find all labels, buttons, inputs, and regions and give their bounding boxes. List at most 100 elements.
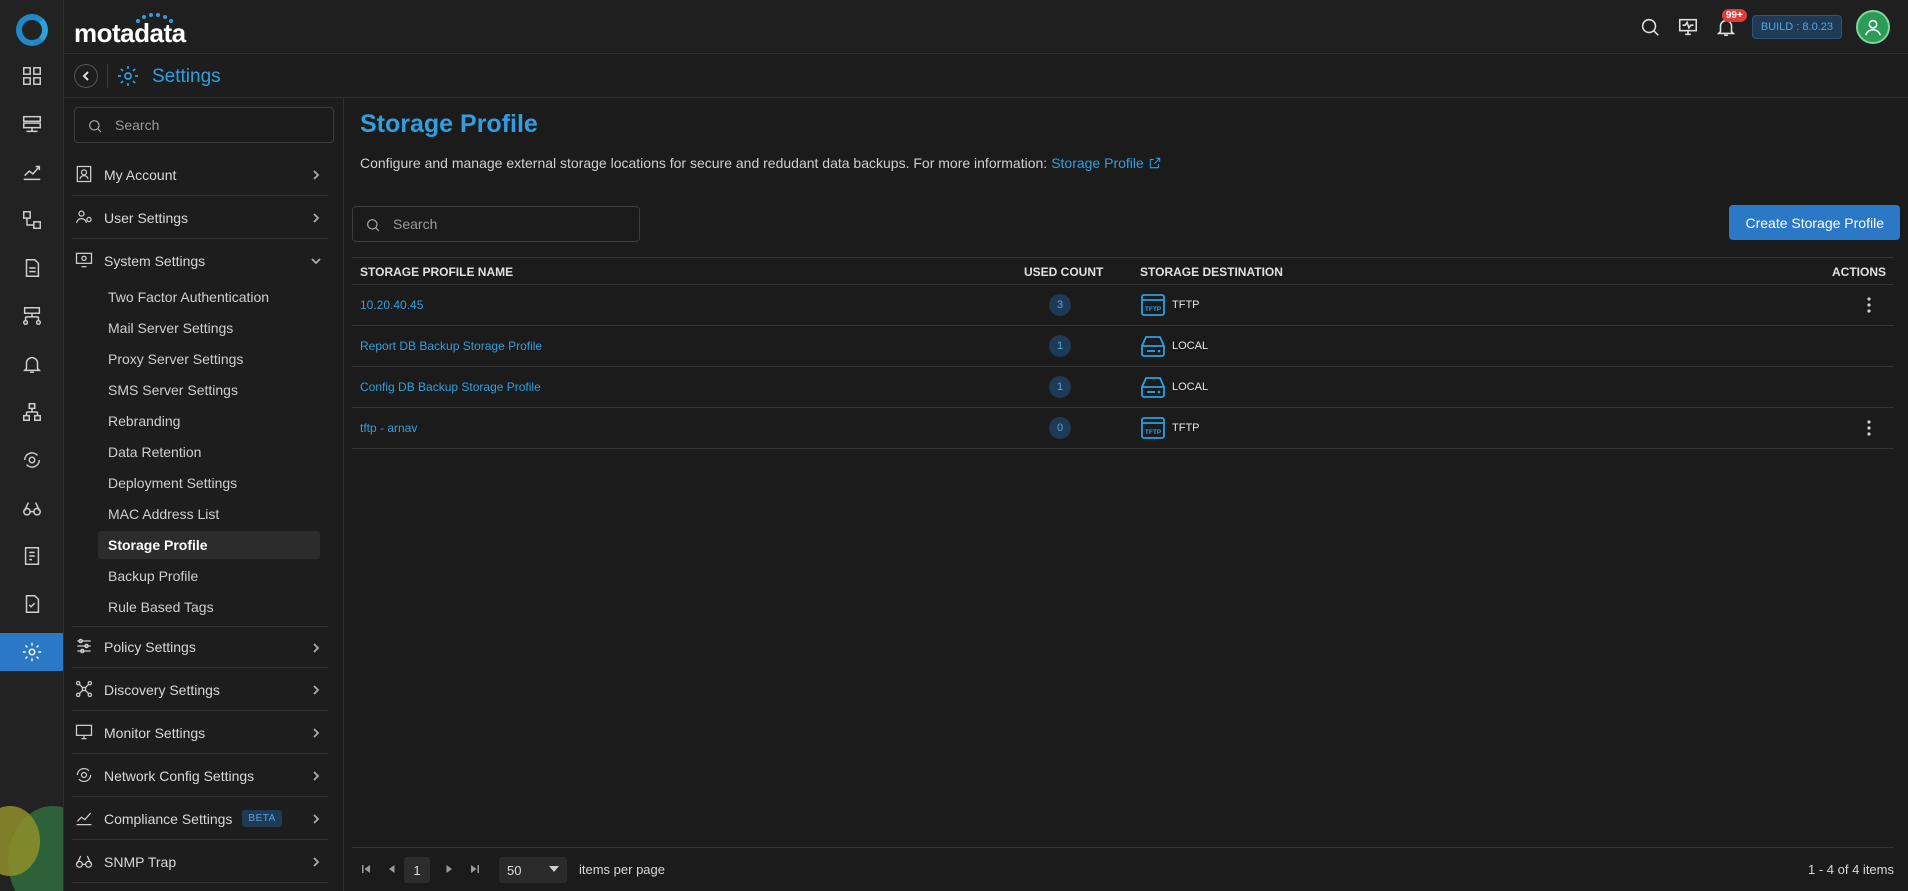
- metrics-icon[interactable]: [0, 153, 63, 191]
- sidebar-group-snmp-trap[interactable]: SNMP Trap: [72, 841, 328, 883]
- back-button[interactable]: [74, 64, 98, 88]
- profile-search-input[interactable]: [393, 207, 633, 241]
- pagination-summary: 1 - 4 of 4 items: [1808, 862, 1894, 877]
- profile-name-link[interactable]: tftp - arnav: [360, 421, 417, 435]
- pagination: 1 50 items per page 1 - 4 of 4 items: [352, 847, 1894, 891]
- search-icon[interactable]: [1638, 15, 1662, 39]
- sidebar-group-network-config-settings[interactable]: Network Config Settings: [72, 755, 328, 797]
- user-icon: [1864, 19, 1882, 36]
- motadata-logo-icon[interactable]: [16, 14, 48, 46]
- sidebar-group-system-settings[interactable]: System Settings: [72, 240, 328, 282]
- local-disk-icon: [1140, 333, 1166, 359]
- settings-icon[interactable]: [0, 633, 63, 671]
- first-page-icon[interactable]: [358, 861, 374, 877]
- profile-name-link[interactable]: Report DB Backup Storage Profile: [360, 339, 542, 353]
- column-header-destination[interactable]: STORAGE DESTINATION: [1140, 265, 1283, 279]
- sidebar-item-two-factor-authentication[interactable]: Two Factor Authentication: [98, 283, 320, 311]
- external-link-icon[interactable]: [1148, 156, 1162, 170]
- monitor-pulse-icon[interactable]: [1676, 15, 1700, 39]
- compliance-icon[interactable]: [0, 585, 63, 623]
- prev-page-icon[interactable]: [384, 861, 400, 877]
- sidebar-group-my-account[interactable]: My Account: [72, 154, 328, 196]
- create-storage-profile-button[interactable]: Create Storage Profile: [1729, 205, 1900, 240]
- chevron-right-icon: [310, 641, 322, 653]
- top-actions: 99+ BUILD : 8.0.23: [1638, 9, 1890, 44]
- sidebar-group-label: User Settings: [104, 209, 189, 226]
- binoculars-icon: [74, 851, 96, 873]
- search-icon: [89, 120, 102, 133]
- server-icon[interactable]: [0, 105, 63, 143]
- alert-icon[interactable]: [0, 345, 63, 383]
- network-icon[interactable]: [0, 297, 63, 335]
- column-header-name[interactable]: STORAGE PROFILE NAME: [360, 265, 513, 279]
- chevron-right-icon: [310, 855, 322, 867]
- notifications-bell-icon[interactable]: 99+: [1714, 9, 1747, 39]
- log-icon[interactable]: [0, 537, 63, 575]
- dashboard-icon[interactable]: [0, 57, 63, 95]
- used-count-badge: 3: [1049, 294, 1071, 316]
- page-size-select[interactable]: 50: [499, 857, 567, 883]
- sidebar-group-discovery-settings[interactable]: Discovery Settings: [72, 669, 328, 711]
- next-page-icon[interactable]: [441, 861, 457, 877]
- sidebar-item-proxy-server-settings[interactable]: Proxy Server Settings: [98, 345, 320, 373]
- refresh-eye-icon[interactable]: [0, 441, 63, 479]
- sidebar-item-storage-profile[interactable]: Storage Profile: [98, 531, 320, 559]
- compliance-chart-icon: [74, 808, 96, 830]
- chevron-right-icon: [310, 211, 322, 223]
- sidebar-item-rule-based-tags[interactable]: Rule Based Tags: [98, 593, 320, 621]
- hierarchy-icon[interactable]: [0, 393, 63, 431]
- sidebar-item-rebranding[interactable]: Rebranding: [98, 407, 320, 435]
- sidebar-item-deployment-settings[interactable]: Deployment Settings: [98, 469, 320, 497]
- section-title: Settings: [152, 66, 221, 87]
- network-config-icon: [74, 765, 96, 787]
- topology-icon[interactable]: [0, 201, 63, 239]
- chevron-right-icon: [310, 726, 322, 738]
- storage-destination: TFTP TFTP: [1140, 415, 1200, 441]
- current-page[interactable]: 1: [404, 857, 430, 883]
- sidebar-group-label: Compliance Settings: [104, 810, 233, 827]
- sidebar-group-user-settings[interactable]: User Settings: [72, 197, 328, 239]
- chevron-right-icon: [310, 683, 322, 695]
- sliders-icon: [74, 636, 96, 658]
- sidebar-item-sms-server-settings[interactable]: SMS Server Settings: [98, 376, 320, 404]
- table-row: Report DB Backup Storage Profile 1 LOCAL: [352, 326, 1894, 367]
- used-count-badge: 1: [1049, 376, 1071, 398]
- brand-logo[interactable]: motadata: [74, 18, 186, 49]
- monitor-icon: [74, 722, 96, 744]
- sidebar-item-backup-profile[interactable]: Backup Profile: [98, 562, 320, 590]
- chevron-right-icon: [310, 769, 322, 781]
- sidebar-item-mac-address-list[interactable]: MAC Address List: [98, 500, 320, 528]
- settings-header: Settings: [64, 54, 1908, 98]
- profile-search: [352, 206, 640, 242]
- profile-name-link[interactable]: Config DB Backup Storage Profile: [360, 380, 541, 394]
- users-gear-icon: [74, 207, 96, 229]
- storage-profile-docs-link[interactable]: Storage Profile: [1051, 155, 1144, 171]
- profile-name-link[interactable]: 10.20.40.45: [360, 298, 423, 312]
- report-icon[interactable]: [0, 249, 63, 287]
- sidebar-item-data-retention[interactable]: Data Retention: [98, 438, 320, 466]
- destination-label: LOCAL: [1172, 340, 1209, 352]
- destination-label: TFTP: [1172, 299, 1200, 311]
- destination-label: LOCAL: [1172, 381, 1209, 393]
- row-actions-menu[interactable]: [1860, 419, 1878, 437]
- items-per-page-label: items per page: [579, 862, 665, 877]
- beta-badge: BETA: [242, 810, 282, 827]
- row-actions-menu[interactable]: [1860, 296, 1878, 314]
- build-tag: BUILD : 8.0.23: [1751, 15, 1842, 39]
- svg-text:TFTP: TFTP: [1145, 306, 1162, 313]
- binoculars-icon[interactable]: [0, 489, 63, 527]
- table-header: STORAGE PROFILE NAME USED COUNT STORAGE …: [352, 257, 1894, 285]
- sidebar-item-mail-server-settings[interactable]: Mail Server Settings: [98, 314, 320, 342]
- storage-destination: TFTP TFTP: [1140, 292, 1200, 318]
- column-header-used-count[interactable]: USED COUNT: [1024, 265, 1103, 279]
- last-page-icon[interactable]: [467, 861, 483, 877]
- user-avatar[interactable]: [1856, 10, 1890, 44]
- local-disk-icon: [1140, 374, 1166, 400]
- user-badge-icon: [74, 164, 96, 186]
- sidebar-search-input[interactable]: [115, 108, 325, 142]
- sidebar-group-compliance-settings[interactable]: Compliance Settings BETA: [72, 798, 328, 840]
- sidebar-group-policy-settings[interactable]: Policy Settings: [72, 626, 328, 668]
- tftp-icon: TFTP: [1140, 292, 1166, 318]
- sidebar-group-monitor-settings[interactable]: Monitor Settings: [72, 712, 328, 754]
- kebab-menu-icon: [1867, 297, 1871, 313]
